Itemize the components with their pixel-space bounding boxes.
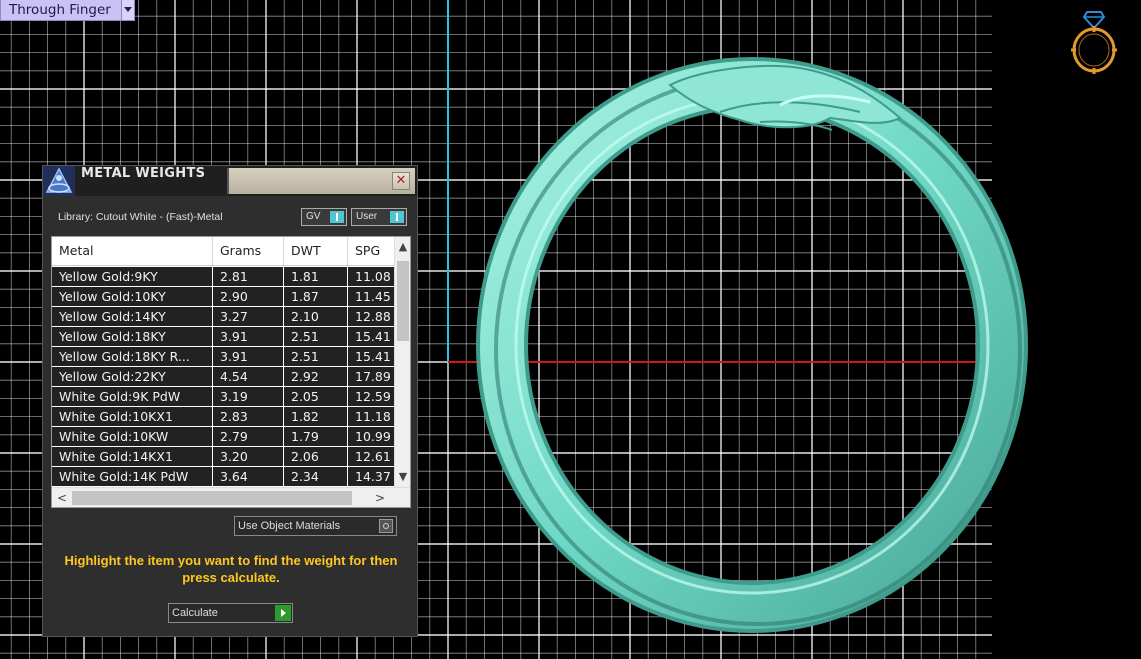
user-toggle-label: User [356,211,378,222]
dwt-cell: 1.81 [284,267,348,286]
metal-weights-table: Metal Grams DWT SPG Yellow Gold:9KY 2.81 1… [51,236,411,508]
dwt-cell: 1.79 [284,427,348,446]
table-row[interactable]: White Gold:14KX1 3.20 2.06 12.61 [52,447,394,467]
library-label: Library: Cutout White - (Fast)-Metal [58,211,223,223]
table-row[interactable]: White Gold:14K PdW 3.64 2.34 14.37 [52,467,394,487]
instruction-text: Highlight the item you want to find the … [64,553,398,585]
calculate-button[interactable]: Calculate [168,603,293,623]
table-row[interactable]: White Gold:10KW 2.79 1.79 10.99 [52,427,394,447]
metal-cell: Yellow Gold:18KY R... [52,347,213,366]
horizontal-scrollbar[interactable]: < > [52,487,410,507]
gv-toggle[interactable]: GV [301,208,347,226]
grams-cell: 3.64 [213,467,284,486]
dwt-cell: 2.51 [284,347,348,366]
calculate-label: Calculate [172,607,218,619]
table-row[interactable]: White Gold:10KX1 2.83 1.82 11.18 [52,407,394,427]
grams-cell: 2.79 [213,427,284,446]
metal-cell: White Gold:14K PdW [52,467,213,486]
dwt-cell: 2.34 [284,467,348,486]
metal-cell: Yellow Gold:10KY [52,287,213,306]
grams-cell: 3.19 [213,387,284,406]
title-bar-fill: ✕ [227,168,415,194]
metal-cell: White Gold:10KX1 [52,407,213,426]
grams-cell: 2.90 [213,287,284,306]
spg-cell: 15.41 [355,349,391,364]
table-row[interactable]: White Gold:9K PdW 3.19 2.05 12.59 [52,387,394,407]
ring-navigation-icon[interactable] [1068,8,1120,76]
scroll-left-icon[interactable]: < [54,488,70,507]
close-icon[interactable]: ✕ [392,172,410,190]
spg-cell: 14.37 [355,469,391,484]
table-row[interactable]: Yellow Gold:10KY 2.90 1.87 11.45 [52,287,394,307]
column-header-metal[interactable]: Metal [52,237,213,265]
spg-cell: 10.99 [355,429,391,444]
table-row[interactable]: Yellow Gold:18KY 3.91 2.51 15.41 [52,327,394,347]
spg-cell: 11.08 [355,269,391,284]
vertical-scroll-thumb[interactable] [397,261,409,341]
table-row[interactable]: Yellow Gold:22KY 4.54 2.92 17.89 [52,367,394,387]
grams-cell: 3.20 [213,447,284,466]
spg-cell: 15.41 [355,329,391,344]
view-mode-dropdown[interactable]: Through Finger [0,0,135,21]
chevron-down-icon[interactable] [120,0,134,20]
dwt-cell: 2.05 [284,387,348,406]
metal-cell: Yellow Gold:9KY [52,267,213,286]
use-object-materials-label: Use Object Materials [238,520,341,532]
grams-cell: 2.83 [213,407,284,426]
scroll-down-icon[interactable]: ▼ [395,469,410,485]
grams-cell: 3.91 [213,327,284,346]
grams-cell: 4.54 [213,367,284,386]
dwt-cell: 2.92 [284,367,348,386]
dwt-cell: 2.06 [284,447,348,466]
spg-cell: 12.88 [355,309,391,324]
dwt-cell: 1.82 [284,407,348,426]
app-logo-icon [43,166,75,196]
panel-title: METAL WEIGHTS [81,166,206,181]
scroll-up-icon[interactable]: ▲ [395,239,410,255]
column-header-dwt[interactable]: DWT [284,237,348,265]
metal-cell: Yellow Gold:22KY [52,367,213,386]
column-header-grams[interactable]: Grams [213,237,284,265]
table-body: Yellow Gold:9KY 2.81 1.81 11.08 Yellow Gold:… [52,267,394,487]
table-row[interactable]: Yellow Gold:14KY 3.27 2.10 12.88 [52,307,394,327]
dwt-cell: 2.51 [284,327,348,346]
table-row[interactable]: Yellow Gold:9KY 2.81 1.81 11.08 [52,267,394,287]
panel-title-bar[interactable]: METAL WEIGHTS ✕ [43,166,417,196]
grams-cell: 3.27 [213,307,284,326]
spg-cell: 12.61 [355,449,391,464]
toggle-switch-icon [330,211,344,223]
table-header: Metal Grams DWT SPG [52,237,394,266]
metal-cell: White Gold:9K PdW [52,387,213,406]
spg-cell: 11.18 [355,409,391,424]
table-row[interactable]: Yellow Gold:18KY R... 3.91 2.51 15.41 [52,347,394,367]
spg-cell: 17.89 [355,369,391,384]
spg-cell: 11.45 [355,289,391,304]
grams-cell: 2.81 [213,267,284,286]
column-header-spg[interactable]: SPG [348,237,394,265]
horizontal-scroll-thumb[interactable] [72,491,352,505]
use-object-materials-option[interactable]: Use Object Materials [234,516,397,536]
radio-button-icon[interactable] [379,519,393,533]
metal-cell: White Gold:10KW [52,427,213,446]
metal-weights-panel: METAL WEIGHTS ✕ Library: Cutout White - … [42,165,418,637]
gv-toggle-label: GV [306,211,321,222]
metal-cell: Yellow Gold:14KY [52,307,213,326]
view-mode-label: Through Finger [9,2,111,18]
spg-cell: 12.59 [355,389,391,404]
toggle-switch-icon [390,211,404,223]
metal-cell: Yellow Gold:18KY [52,327,213,346]
metal-cell: White Gold:14KX1 [52,447,213,466]
dwt-cell: 1.87 [284,287,348,306]
user-toggle[interactable]: User [351,208,407,226]
dwt-cell: 2.10 [284,307,348,326]
grams-cell: 3.91 [213,347,284,366]
scroll-right-icon[interactable]: > [372,488,388,507]
vertical-scrollbar[interactable]: ▲ ▼ [394,237,410,487]
play-arrow-icon [275,605,291,621]
